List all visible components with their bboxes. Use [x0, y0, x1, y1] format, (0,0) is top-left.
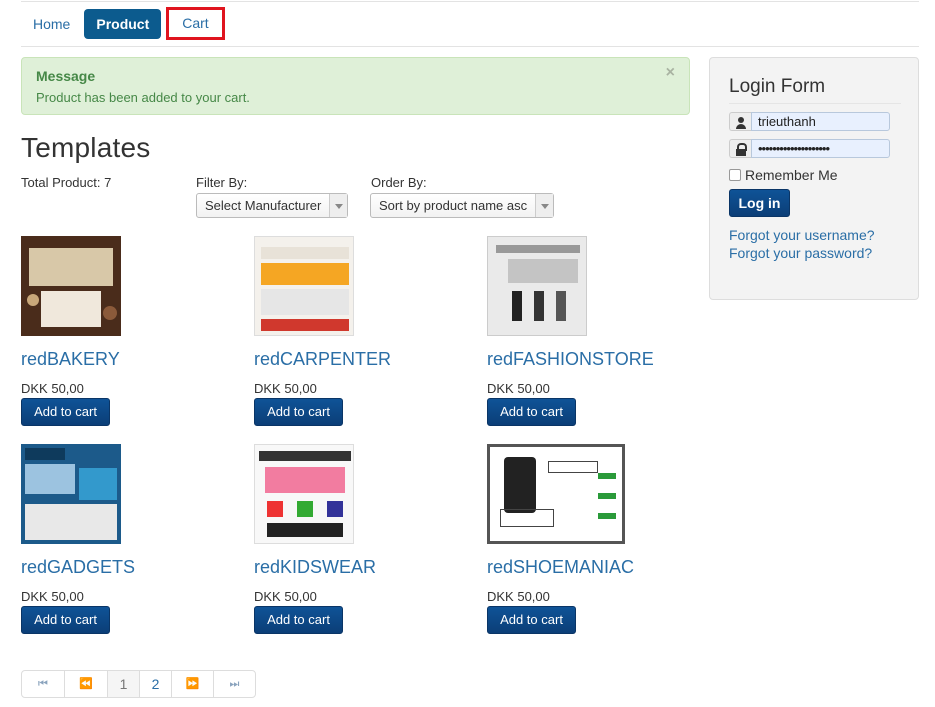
login-form: Login Form trieuthanh ••••••••••••••••••…	[709, 57, 919, 300]
remember-me-checkbox[interactable]	[729, 169, 741, 181]
chevron-down-icon	[329, 194, 347, 217]
product-name-link[interactable]: redGADGETS	[21, 557, 135, 578]
lock-icon	[729, 139, 751, 158]
password-field: ••••••••••••••••••••	[729, 139, 890, 158]
product-price: DKK 50,00	[254, 381, 317, 396]
product-price: DKK 50,00	[487, 381, 550, 396]
forgot-password-link[interactable]: Forgot your password?	[729, 245, 872, 261]
user-icon	[729, 112, 751, 131]
product-name-link[interactable]: redCARPENTER	[254, 349, 391, 370]
login-title: Login Form	[729, 76, 901, 104]
chevron-down-icon	[535, 194, 553, 217]
product-price: DKK 50,00	[21, 589, 84, 604]
product-thumbnail[interactable]	[21, 444, 121, 544]
product-name-link[interactable]: redBAKERY	[21, 349, 120, 370]
last-page-icon[interactable]: ⏭	[214, 671, 255, 697]
remember-me: Remember Me	[729, 167, 838, 183]
order-select-value: Sort by product name asc	[379, 198, 528, 213]
product-price: DKK 50,00	[21, 381, 84, 396]
filter-label: Filter By:	[196, 175, 248, 190]
total-product-count: Total Product: 7	[21, 175, 112, 190]
add-to-cart-button[interactable]: Add to cart	[21, 606, 110, 634]
pagination: ⏮ ⏪ 1 2 ⏩ ⏭	[21, 670, 256, 698]
username-input[interactable]: trieuthanh	[751, 112, 890, 131]
product-thumbnail[interactable]	[487, 444, 625, 544]
page-link-2[interactable]: 2	[140, 671, 172, 697]
order-select[interactable]: Sort by product name asc	[370, 193, 554, 218]
success-alert: Message Product has been added to your c…	[21, 57, 690, 115]
product-thumbnail[interactable]	[487, 236, 587, 336]
add-to-cart-button[interactable]: Add to cart	[21, 398, 110, 426]
product-name-link[interactable]: redSHOEMANIAC	[487, 557, 634, 578]
add-to-cart-button[interactable]: Add to cart	[254, 606, 343, 634]
manufacturer-select-value: Select Manufacturer	[205, 198, 322, 213]
product-price: DKK 50,00	[254, 589, 317, 604]
product-thumbnail[interactable]	[254, 444, 354, 544]
add-to-cart-button[interactable]: Add to cart	[254, 398, 343, 426]
nav-divider	[21, 46, 919, 47]
product-card: redKIDSWEAR DKK 50,00 Add to cart	[254, 444, 474, 634]
alert-message: Product has been added to your cart.	[36, 90, 250, 105]
page-link-1[interactable]: 1	[108, 671, 140, 697]
product-thumbnail[interactable]	[254, 236, 354, 336]
username-field: trieuthanh	[729, 112, 890, 131]
product-card: redFASHIONSTORE DKK 50,00 Add to cart	[487, 236, 707, 426]
remember-me-label[interactable]: Remember Me	[745, 167, 838, 183]
password-input[interactable]: ••••••••••••••••••••	[751, 139, 890, 158]
product-name-link[interactable]: redKIDSWEAR	[254, 557, 376, 578]
alert-close-icon[interactable]: ×	[666, 64, 675, 82]
product-name-link[interactable]: redFASHIONSTORE	[487, 349, 654, 370]
manufacturer-select[interactable]: Select Manufacturer	[196, 193, 348, 218]
page-title: Templates	[21, 132, 151, 163]
nav-product[interactable]: Product	[84, 8, 162, 39]
product-card: redSHOEMANIAC DKK 50,00 Add to cart	[487, 444, 707, 634]
nav-home[interactable]: Home	[21, 9, 82, 39]
product-thumbnail[interactable]	[21, 236, 121, 336]
alert-title: Message	[36, 68, 96, 84]
top-border	[21, 1, 919, 2]
login-button[interactable]: Log in	[729, 189, 790, 217]
add-to-cart-button[interactable]: Add to cart	[487, 606, 576, 634]
prev-page-icon[interactable]: ⏪	[65, 671, 108, 697]
product-card: redCARPENTER DKK 50,00 Add to cart	[254, 236, 474, 426]
next-page-icon[interactable]: ⏩	[172, 671, 214, 697]
product-card: redGADGETS DKK 50,00 Add to cart	[21, 444, 241, 634]
product-price: DKK 50,00	[487, 589, 550, 604]
product-card: redBAKERY DKK 50,00 Add to cart	[21, 236, 241, 426]
first-page-icon[interactable]: ⏮	[22, 671, 65, 697]
forgot-username-link[interactable]: Forgot your username?	[729, 227, 875, 243]
add-to-cart-button[interactable]: Add to cart	[487, 398, 576, 426]
nav-cart[interactable]: Cart	[166, 7, 225, 40]
top-nav: Home Product Cart	[21, 7, 226, 40]
order-label: Order By:	[371, 175, 427, 190]
